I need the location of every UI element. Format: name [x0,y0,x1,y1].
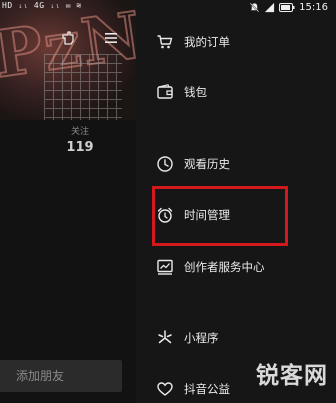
bell-muted-icon [250,2,260,12]
menu-item-label: 小程序 [184,331,219,345]
highlight-box [152,186,288,246]
watermark-text: 锐客网 [256,363,328,389]
add-friend-button[interactable]: 添加朋友 [0,360,122,392]
pointing-hand-icon[interactable] [60,30,76,46]
heart-hands-icon [157,382,173,396]
menu-item-creator-center[interactable]: 创作者服务中心 [156,254,265,280]
following-stat[interactable]: 关注 119 [60,124,100,155]
following-label: 关注 [70,127,89,137]
status-bar-right: 15:16 [249,0,328,14]
mini-program-icon [158,330,172,344]
status-time: 15:16 [299,1,328,13]
menu-item-wallet[interactable]: 钱包 [156,79,207,105]
menu-item-my-orders[interactable]: 我的订单 [156,29,230,55]
menu-item-label: 钱包 [184,85,207,99]
menu-item-label: 观看历史 [184,157,230,171]
wire-grid-art [44,54,122,120]
chart-icon [157,259,173,275]
menu-item-label: 创作者服务中心 [184,260,265,274]
profile-panel: PzN HD ᵢₗ 4G ᵢₗ ✉ ≋ 关注 119 添加朋友 [0,0,136,403]
profile-cover-image: PzN HD ᵢₗ 4G ᵢₗ ✉ ≋ [0,0,136,120]
hamburger-menu-icon[interactable] [103,30,119,46]
clock-icon [157,156,173,172]
wallet-icon [157,84,173,99]
menu-item-mini-programs[interactable]: 小程序 [156,325,219,351]
battery-icon [279,2,295,12]
menu-item-douyin-charity[interactable]: 抖音公益 [156,376,230,402]
menu-item-watch-history[interactable]: 观看历史 [156,151,230,177]
menu-item-label: 抖音公益 [184,382,230,396]
cart-icon [157,35,173,49]
menu-item-label: 我的订单 [184,35,230,49]
following-count: 119 [66,140,94,155]
signal-icon [265,2,275,12]
status-bar-indicators: HD ᵢₗ 4G ᵢₗ ✉ ≋ [2,1,82,10]
